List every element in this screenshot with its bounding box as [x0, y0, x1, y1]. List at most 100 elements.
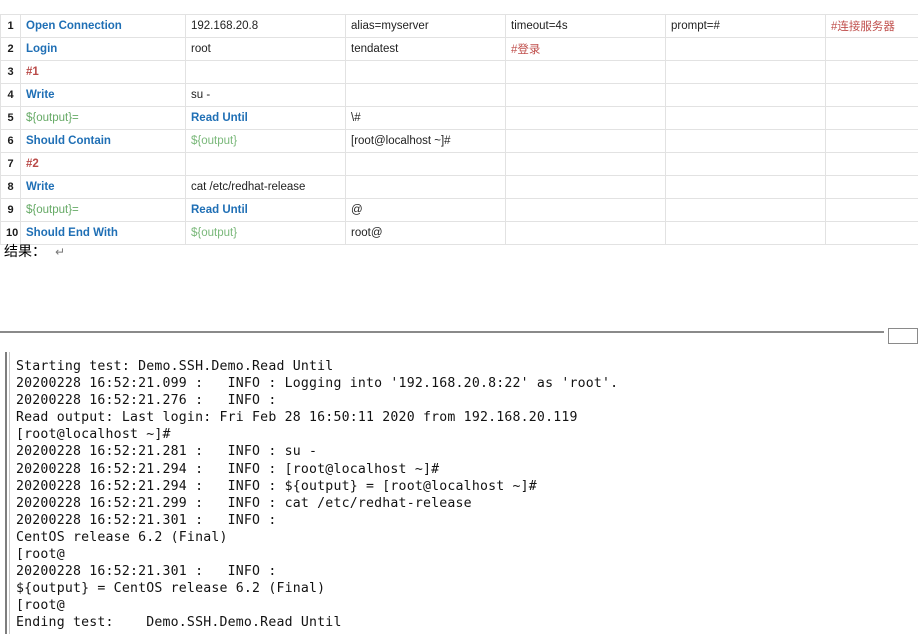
- table-cell[interactable]: prompt=#: [665, 14, 826, 38]
- table-cell[interactable]: timeout=4s: [505, 14, 666, 38]
- table-row[interactable]: 5 ${output}= Read Until \#: [0, 106, 918, 130]
- table-cell[interactable]: Read Until: [185, 198, 346, 222]
- table-cell[interactable]: [825, 198, 918, 222]
- table-cell[interactable]: su -: [185, 83, 346, 107]
- table-cell[interactable]: [825, 175, 918, 199]
- console-line: 20200228 16:52:21.294 : INFO : ${output}…: [16, 478, 537, 494]
- table-cell[interactable]: Read Until: [185, 106, 346, 130]
- console-line: 20200228 16:52:21.294 : INFO : [root@loc…: [16, 461, 440, 477]
- console-line: Read output: Last login: Fri Feb 28 16:5…: [16, 410, 578, 426]
- table-cell[interactable]: [665, 221, 826, 245]
- table-cell[interactable]: tendatest: [345, 37, 506, 61]
- table-cell[interactable]: [665, 83, 826, 107]
- console-line: ${output} = CentOS release 6.2 (Final): [16, 581, 326, 597]
- table-cell[interactable]: ${output}=: [20, 106, 186, 130]
- console-line: 20200228 16:52:21.099 : INFO : Logging i…: [16, 376, 619, 392]
- console-line: 20200228 16:52:21.299 : INFO : cat /etc/…: [16, 495, 472, 511]
- table-cell[interactable]: [505, 175, 666, 199]
- table-cell[interactable]: [825, 106, 918, 130]
- console-corner-control[interactable]: [888, 328, 918, 344]
- row-number: 7: [0, 152, 21, 176]
- row-number: 8: [0, 175, 21, 199]
- test-output-console[interactable]: Starting test: Demo.SSH.Demo.Read Until 2…: [16, 358, 906, 632]
- keyword-table[interactable]: 1 Open Connection 192.168.20.8 alias=myserv…: [0, 14, 918, 245]
- table-cell[interactable]: [665, 37, 826, 61]
- table-row[interactable]: 4 Write su -: [0, 83, 918, 107]
- row-number: 3: [0, 60, 21, 84]
- table-cell[interactable]: ${output}: [185, 129, 346, 153]
- table-cell[interactable]: [665, 60, 826, 84]
- table-cell[interactable]: [root@localhost ~]#: [345, 129, 506, 153]
- table-cell[interactable]: Should Contain: [20, 129, 186, 153]
- console-left-border: [5, 352, 7, 634]
- table-cell[interactable]: Write: [20, 175, 186, 199]
- table-cell[interactable]: [665, 198, 826, 222]
- result-label-text: 结果：: [4, 244, 46, 260]
- table-row[interactable]: 1 Open Connection 192.168.20.8 alias=myserv…: [0, 14, 918, 38]
- table-cell[interactable]: [185, 60, 346, 84]
- table-cell[interactable]: [825, 221, 918, 245]
- table-cell[interactable]: ${output}=: [20, 198, 186, 222]
- table-cell[interactable]: #2: [20, 152, 186, 176]
- table-cell[interactable]: Login: [20, 37, 186, 61]
- table-cell[interactable]: [505, 198, 666, 222]
- table-cell[interactable]: [505, 60, 666, 84]
- keyword-table-container[interactable]: 1 Open Connection 192.168.20.8 alias=myserv…: [0, 14, 918, 245]
- table-row[interactable]: 6 Should Contain ${output} [root@localhost …: [0, 129, 918, 153]
- table-cell[interactable]: Open Connection: [20, 14, 186, 38]
- row-number: 6: [0, 129, 21, 153]
- table-cell[interactable]: [505, 83, 666, 107]
- table-cell[interactable]: [345, 83, 506, 107]
- table-cell[interactable]: alias=myserver: [345, 14, 506, 38]
- table-cell[interactable]: [345, 175, 506, 199]
- table-cell[interactable]: [185, 152, 346, 176]
- table-cell[interactable]: Write: [20, 83, 186, 107]
- table-cell[interactable]: \#: [345, 106, 506, 130]
- table-cell[interactable]: [505, 152, 666, 176]
- console-line: 20200228 16:52:21.276 : INFO :: [16, 393, 277, 409]
- table-cell[interactable]: [825, 37, 918, 61]
- table-cell[interactable]: [825, 60, 918, 84]
- console-line: 20200228 16:52:21.281 : INFO : su -: [16, 444, 318, 460]
- table-row[interactable]: 7 #2: [0, 152, 918, 176]
- table-cell[interactable]: [825, 83, 918, 107]
- paragraph-mark-icon: ↵: [55, 245, 66, 259]
- console-line: 20200228 16:52:21.301 : INFO :: [16, 564, 277, 580]
- console-left-border-inner: [9, 352, 10, 634]
- clipped-top-text: · · · ·: [4, 0, 46, 3]
- table-cell[interactable]: [825, 129, 918, 153]
- table-cell[interactable]: root@: [345, 221, 506, 245]
- row-number: 9: [0, 198, 21, 222]
- keyword-table-body[interactable]: 1 Open Connection 192.168.20.8 alias=myserv…: [0, 14, 918, 245]
- table-row[interactable]: 8 Write cat /etc/redhat-release: [0, 175, 918, 199]
- row-number: 5: [0, 106, 21, 130]
- table-cell[interactable]: [825, 152, 918, 176]
- table-cell[interactable]: 192.168.20.8: [185, 14, 346, 38]
- table-cell[interactable]: [345, 152, 506, 176]
- table-cell[interactable]: root: [185, 37, 346, 61]
- console-line: CentOS release 6.2 (Final): [16, 529, 228, 545]
- table-cell[interactable]: #登录: [505, 37, 666, 61]
- table-cell[interactable]: ${output}: [185, 221, 346, 245]
- table-cell[interactable]: @: [345, 198, 506, 222]
- table-cell[interactable]: [505, 106, 666, 130]
- table-cell[interactable]: [665, 175, 826, 199]
- table-cell[interactable]: [505, 221, 666, 245]
- row-number: 2: [0, 37, 21, 61]
- table-cell[interactable]: [665, 106, 826, 130]
- result-label: 结果： ↵: [4, 241, 65, 261]
- console-line: Starting test: Demo.SSH.Demo.Read Until: [16, 359, 334, 374]
- table-row[interactable]: 2 Login root tendatest #登录: [0, 37, 918, 61]
- table-cell[interactable]: [665, 129, 826, 153]
- table-cell[interactable]: [665, 152, 826, 176]
- table-cell[interactable]: [505, 129, 666, 153]
- table-cell[interactable]: cat /etc/redhat-release: [185, 175, 346, 199]
- table-cell[interactable]: [345, 60, 506, 84]
- table-cell[interactable]: #连接服务器: [825, 14, 918, 38]
- console-top-divider: [0, 331, 884, 333]
- table-cell[interactable]: #1: [20, 60, 186, 84]
- table-row[interactable]: 3 #1: [0, 60, 918, 84]
- table-row[interactable]: 9 ${output}= Read Until @: [0, 198, 918, 222]
- row-number: 4: [0, 83, 21, 107]
- table-row[interactable]: 10 Should End With ${output} root@: [0, 221, 918, 245]
